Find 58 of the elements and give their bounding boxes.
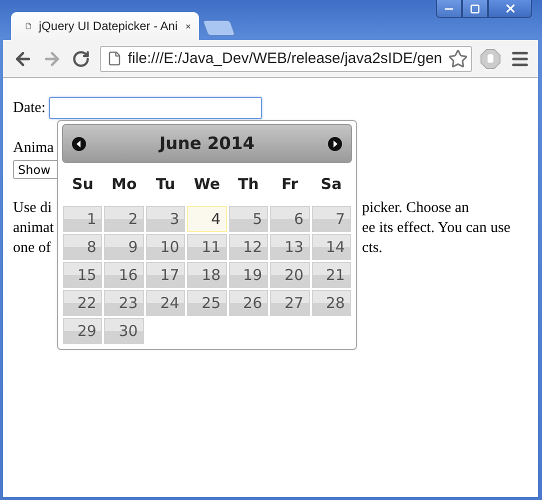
weekday-label: Sa [320,174,342,194]
paragraph-text: Use di [13,200,52,216]
weekday-label: Tu [156,174,176,194]
day-cell[interactable]: 19 [228,262,268,288]
paragraph-text: animat [13,220,54,236]
day-cell[interactable]: 1 [63,206,102,232]
day-cell[interactable]: 12 [228,234,268,260]
bookmark-star-icon[interactable] [448,48,468,68]
day-cell[interactable]: 15 [63,262,102,288]
day-cell[interactable]: 2 [104,206,144,232]
day-cell[interactable]: 4 [187,206,227,232]
close-icon [504,2,516,15]
day-cell[interactable]: 13 [270,234,310,260]
day-cell[interactable]: 27 [270,290,310,316]
day-cell[interactable]: 23 [104,290,144,316]
day-cell[interactable]: 17 [146,262,186,288]
day-cell[interactable]: 24 [146,290,186,316]
day-cell[interactable]: 10 [146,234,186,260]
weekday-label: Fr [282,174,298,194]
next-month-button[interactable] [328,136,342,150]
day-cell[interactable]: 3 [146,206,186,232]
weekday-label: Th [238,174,259,194]
day-cell[interactable]: 18 [187,262,227,288]
animation-label: Anima [13,140,54,156]
day-cell[interactable]: 8 [63,234,102,260]
maximize-icon [470,4,480,14]
paragraph-text: ee its effect. You can use [362,220,510,236]
address-bar[interactable]: file:///E:/Java_Dev/WEB/release/java2sIDE/gen [100,46,472,72]
month-title: June 2014 [159,134,255,154]
day-cell[interactable]: 14 [312,234,351,260]
day-cell[interactable]: 16 [104,262,144,288]
paragraph-text: picker. Choose an [362,200,470,216]
weekday-label: Su [72,174,94,194]
day-cell[interactable]: 26 [228,290,268,316]
day-cell[interactable]: 28 [312,290,351,316]
weekday-label: We [194,174,220,194]
day-cell[interactable]: 5 [228,206,268,232]
day-cell[interactable]: 20 [270,262,310,288]
day-cell[interactable]: 6 [270,206,310,232]
close-button[interactable] [488,0,532,18]
date-label: Date: [13,100,46,116]
prev-month-button[interactable] [72,136,86,150]
maximize-button[interactable] [462,0,488,18]
weekday-label: Mo [112,174,137,194]
day-cell[interactable]: 9 [104,234,144,260]
day-cell[interactable]: 29 [63,318,102,344]
day-cell[interactable]: 21 [312,262,351,288]
day-cell[interactable]: 30 [104,318,144,344]
day-cell[interactable]: 11 [187,234,227,260]
paragraph-text: one of [13,240,51,256]
page-icon [106,51,122,66]
paragraph-text: cts. [362,240,382,256]
minimize-button[interactable] [436,0,462,18]
day-cell[interactable]: 22 [63,290,102,316]
day-cell[interactable]: 25 [187,290,227,316]
browser-tab[interactable]: jQuery UI Datepicker - Ani [11,12,199,40]
day-cell[interactable]: 7 [312,206,351,232]
date-input[interactable] [49,97,262,119]
